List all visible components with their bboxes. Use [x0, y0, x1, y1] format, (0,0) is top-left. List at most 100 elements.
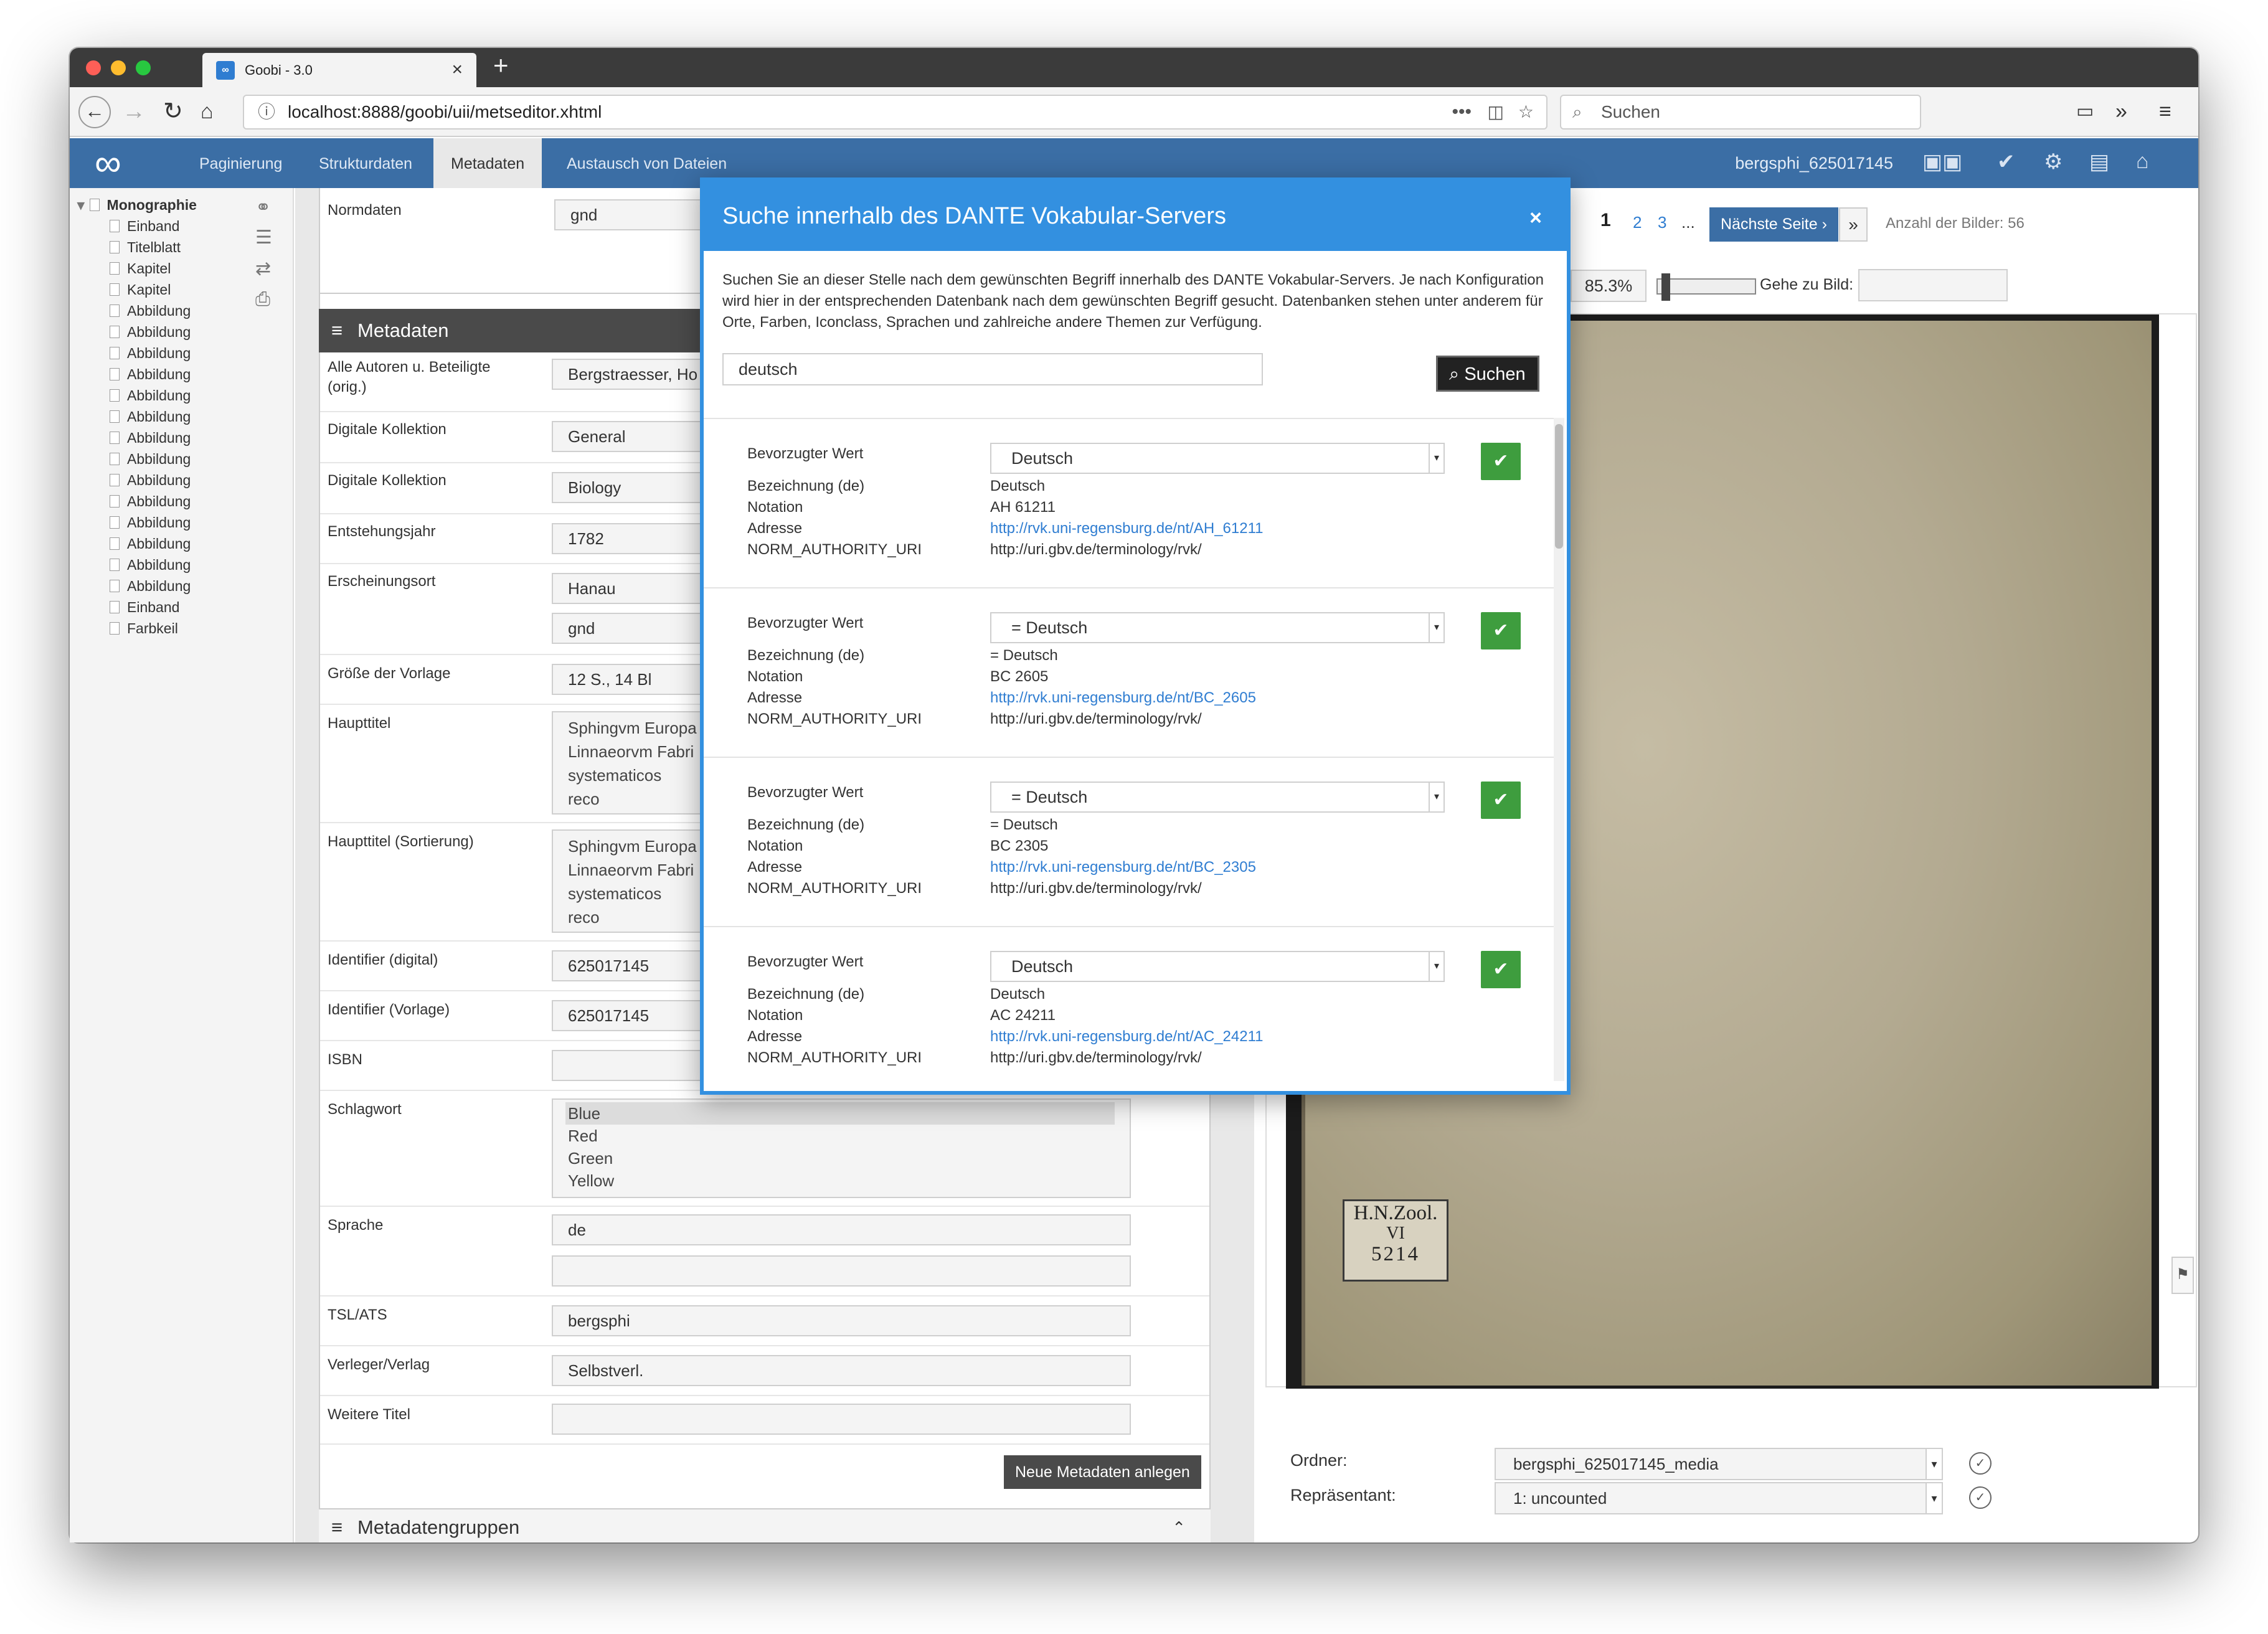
link-icon[interactable]: ⚭: [255, 197, 271, 219]
tree-item[interactable]: Abbildung: [110, 557, 191, 574]
value-adresse-link[interactable]: http://rvk.uni-regensburg.de/nt/AC_24211: [990, 1028, 1264, 1046]
browser-tab[interactable]: ∞ Goobi - 3.0 ×: [202, 53, 476, 87]
vocabulary-search-input[interactable]: deutsch: [722, 353, 1263, 385]
tree-item[interactable]: Kapitel: [110, 281, 171, 298]
apply-folder-icon[interactable]: ✓: [1969, 1452, 1992, 1475]
preferred-value-select[interactable]: Deutsch ▾: [990, 443, 1445, 474]
tree-item[interactable]: Abbildung: [110, 408, 191, 425]
tree-item[interactable]: Einband: [110, 599, 179, 616]
tree-root[interactable]: ▾ Monographie: [77, 197, 197, 214]
schlagwort-listbox[interactable]: Blue Red Green Yellow: [552, 1098, 1131, 1198]
field-input[interactable]: 12 S., 14 Bl: [552, 664, 714, 695]
overflow-icon[interactable]: »: [2115, 97, 2127, 126]
tree-item[interactable]: Abbildung: [110, 472, 191, 489]
vocabulary-search-button[interactable]: ⌕ Suchen: [1436, 356, 1539, 392]
accept-result-button[interactable]: ✔: [1481, 443, 1521, 480]
results-scrollbar-thumb[interactable]: [1555, 424, 1563, 549]
tree-item[interactable]: Titelblatt: [110, 239, 181, 256]
field-input[interactable]: Bergstraesser, Ho: [552, 359, 714, 390]
menu-icon[interactable]: ≡: [2159, 97, 2171, 126]
list-option[interactable]: Yellow: [568, 1169, 1115, 1192]
close-window-button[interactable]: [86, 60, 101, 75]
browser-search-input[interactable]: ⌕ Suchen: [1560, 95, 1921, 130]
bookmark-icon[interactable]: ⚑: [2171, 1257, 2194, 1294]
value-adresse-link[interactable]: http://rvk.uni-regensburg.de/nt/BC_2605: [990, 689, 1256, 707]
tree-item[interactable]: Abbildung: [110, 536, 191, 552]
tree-item[interactable]: Abbildung: [110, 430, 191, 446]
move-icon[interactable]: ⇄: [255, 258, 271, 280]
address-bar[interactable]: ⓘ localhost:8888/goobi/uii/metseditor.xh…: [243, 95, 1547, 130]
minimize-window-button[interactable]: [111, 60, 126, 75]
repraesentant-select[interactable]: 1: uncounted ▾: [1495, 1482, 1943, 1514]
tree-item[interactable]: Abbildung: [110, 387, 191, 404]
info-icon[interactable]: ⓘ: [258, 96, 275, 128]
forward-icon[interactable]: →: [122, 97, 146, 126]
ordner-select[interactable]: bergsphi_625017145_media ▾: [1495, 1448, 1943, 1480]
zoom-slider[interactable]: [1656, 273, 1756, 301]
home-exit-icon[interactable]: ⌂: [2136, 149, 2149, 174]
metadata-groups-header[interactable]: ≡ Metadatengruppen ⌃: [319, 1508, 1211, 1542]
check-icon[interactable]: ✔: [1997, 149, 2015, 174]
tree-item[interactable]: Farbkeil: [110, 620, 178, 637]
settings-gear-icon[interactable]: ⚙: [2044, 149, 2062, 174]
field-textarea[interactable]: Sphingvm Europa Linnaeorvm Fabri systema…: [552, 829, 714, 933]
page-link[interactable]: 2: [1633, 213, 1642, 232]
zoom-level[interactable]: 85.3%: [1571, 270, 1647, 302]
home-icon[interactable]: ⌂: [201, 97, 214, 126]
zoom-slider-knob[interactable]: [1661, 273, 1670, 301]
reload-icon[interactable]: ↻: [163, 97, 183, 126]
tree-item[interactable]: Abbildung: [110, 493, 191, 510]
new-tab-button[interactable]: +: [493, 50, 509, 80]
normdaten-input[interactable]: gnd: [554, 199, 716, 230]
field-select[interactable]: Biology: [552, 472, 714, 503]
list-option[interactable]: Blue: [565, 1102, 1115, 1125]
field-input[interactable]: de: [552, 1214, 1131, 1245]
page-current[interactable]: 1: [1600, 210, 1611, 231]
preferred-value-select[interactable]: = Deutsch ▾: [990, 782, 1445, 813]
preferred-value-select[interactable]: = Deutsch ▾: [990, 612, 1445, 643]
field-textarea[interactable]: Sphingvm Europa Linnaeorvm Fabri systema…: [552, 711, 714, 815]
page-link[interactable]: 3: [1658, 213, 1666, 232]
value-adresse-link[interactable]: http://rvk.uni-regensburg.de/nt/AH_61211: [990, 520, 1264, 537]
goobi-logo-icon[interactable]: ∞: [95, 142, 121, 184]
results-scrollbar[interactable]: [1554, 418, 1564, 1081]
field-input-empty[interactable]: [552, 1255, 1131, 1287]
images-icon[interactable]: ▣▣: [1922, 149, 1962, 174]
value-adresse-link[interactable]: http://rvk.uni-regensburg.de/nt/BC_2305: [990, 859, 1256, 876]
list-icon[interactable]: ☰: [255, 227, 272, 248]
preferred-value-select[interactable]: Deutsch ▾: [990, 951, 1445, 982]
field-input[interactable]: Hanau: [552, 573, 714, 604]
field-input[interactable]: 625017145: [552, 950, 714, 981]
new-metadata-button[interactable]: Neue Metadaten anlegen: [1004, 1455, 1201, 1489]
field-input[interactable]: 1782: [552, 523, 714, 554]
field-input[interactable]: 625017145: [552, 1000, 714, 1031]
sidebar-icon[interactable]: ▭: [2076, 97, 2094, 126]
field-input[interactable]: [552, 1404, 1131, 1435]
pocket-icon[interactable]: ◫: [1488, 96, 1504, 128]
field-norm-input[interactable]: gnd: [552, 613, 714, 644]
tree-item[interactable]: Einband: [110, 218, 179, 235]
field-input[interactable]: Selbstverl.: [552, 1355, 1131, 1386]
tab-close-icon[interactable]: ×: [451, 59, 463, 80]
tree-item[interactable]: Abbildung: [110, 578, 191, 595]
tree-item[interactable]: Abbildung: [110, 324, 191, 341]
next-page-button[interactable]: Nächste Seite ›: [1709, 207, 1838, 242]
nav-strukturdaten[interactable]: Strukturdaten: [301, 138, 430, 188]
chevron-up-icon[interactable]: ⌃: [1172, 1509, 1186, 1546]
modal-close-icon[interactable]: ×: [1529, 207, 1542, 229]
tree-item[interactable]: Abbildung: [110, 514, 191, 531]
more-icon[interactable]: •••: [1452, 96, 1472, 128]
tree-item[interactable]: Abbildung: [110, 345, 191, 362]
list-option[interactable]: Red: [568, 1125, 1115, 1147]
tree-item[interactable]: Abbildung: [110, 303, 191, 319]
nav-paginierung[interactable]: Paginierung: [182, 138, 300, 188]
maximize-window-button[interactable]: [136, 60, 151, 75]
bookmark-star-icon[interactable]: ☆: [1518, 96, 1534, 128]
accept-result-button[interactable]: ✔: [1481, 951, 1521, 988]
field-input[interactable]: bergsphi: [552, 1305, 1131, 1336]
field-select[interactable]: General: [552, 421, 714, 452]
print-icon[interactable]: ⎙: [255, 289, 270, 310]
save-icon[interactable]: ▤: [2089, 149, 2109, 174]
goto-image-input[interactable]: [1858, 269, 2008, 301]
tree-item[interactable]: Kapitel: [110, 260, 171, 277]
